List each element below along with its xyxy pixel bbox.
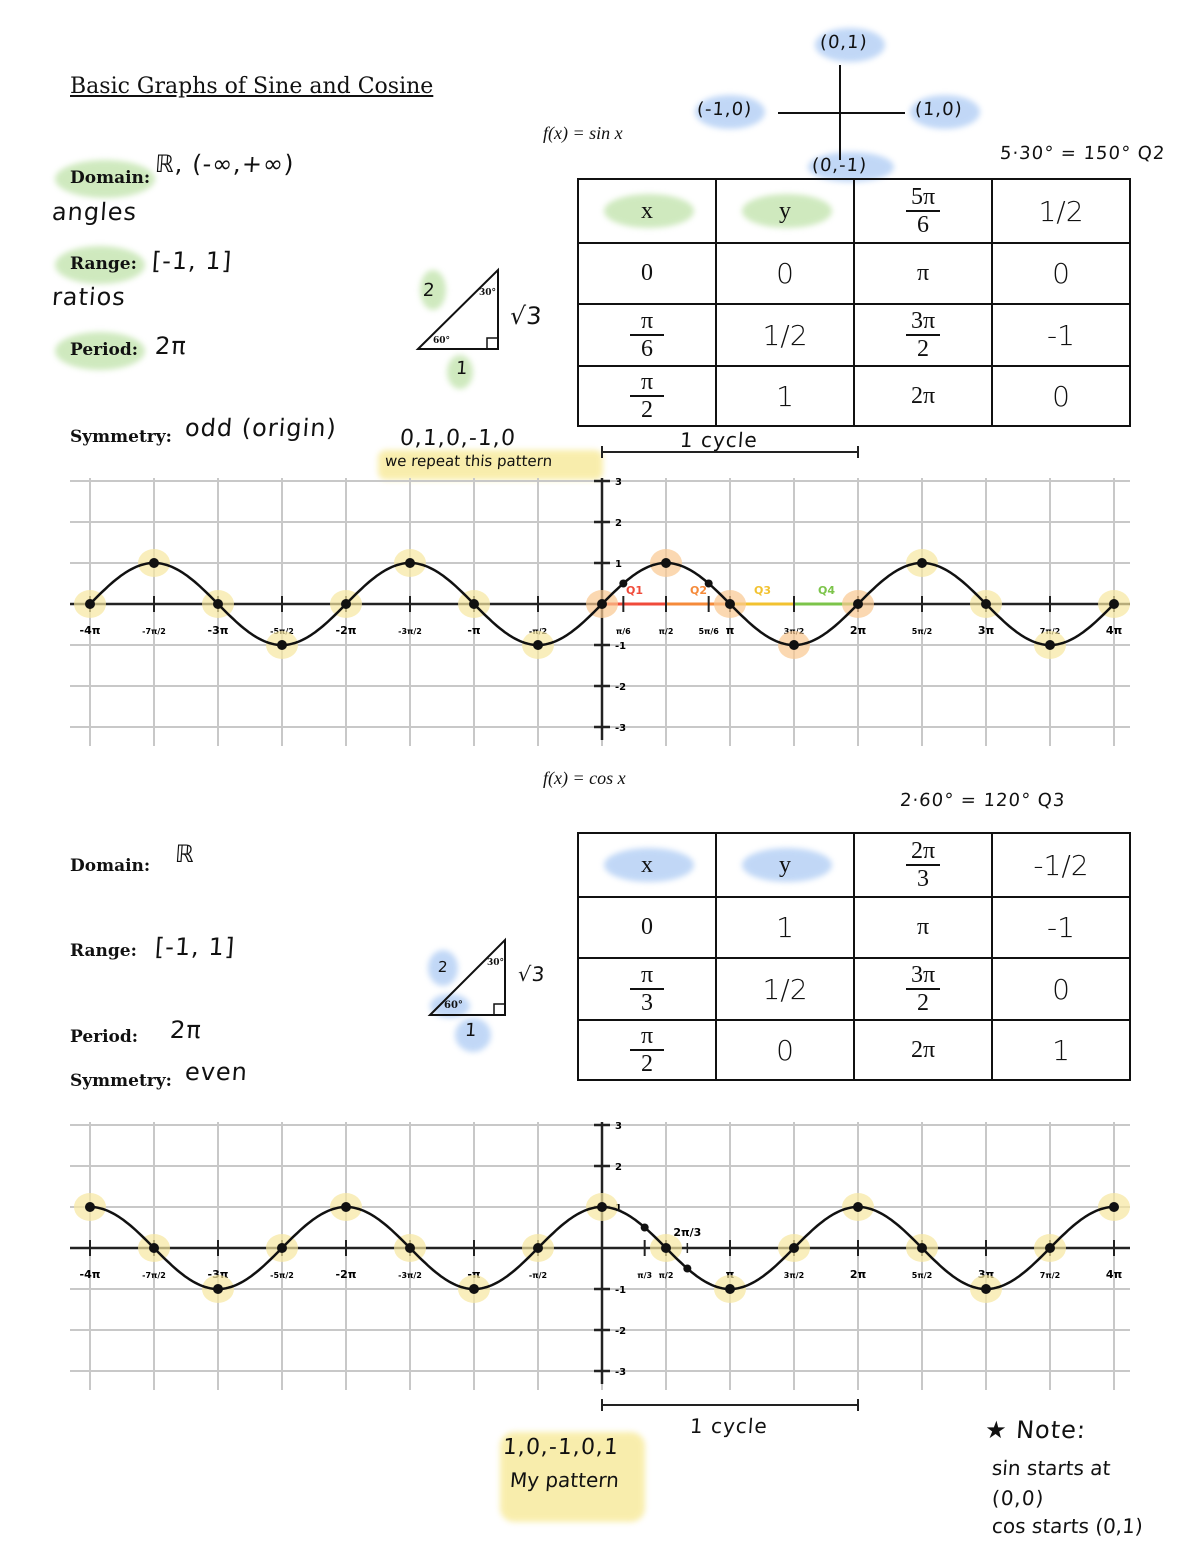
data-point [704, 579, 713, 588]
data-point [469, 1284, 479, 1294]
quadrant-label: Q2 [690, 584, 707, 597]
x-tick-label: 5π/6 [698, 627, 719, 636]
y-tick-label: -1 [615, 1285, 626, 1296]
data-point [853, 1202, 863, 1212]
graph-cos: 321-1-2-3-4π -7π/2 -3π -5π/2 -2π -3π/2 -π -π/2 π… [70, 1121, 1130, 1411]
x-tick-label: -4π [80, 624, 101, 637]
data-point [405, 558, 415, 568]
data-point [981, 599, 991, 609]
quadrant-label: Q3 [754, 584, 771, 597]
data-point [149, 558, 159, 568]
x-tick-label: π/3 [637, 1271, 652, 1280]
data-point [213, 1284, 223, 1294]
y-tick-label: 2 [615, 1162, 622, 1173]
data-point [1109, 599, 1119, 609]
data-point [661, 1243, 671, 1253]
data-point [277, 640, 287, 650]
quadrant-label: Q4 [818, 584, 835, 597]
data-point [533, 1243, 543, 1253]
x-tick-label: 5π/2 [912, 1271, 932, 1280]
data-point [597, 1202, 607, 1212]
x-tick-label: 7π/2 [1040, 1271, 1060, 1280]
data-point [640, 1223, 649, 1232]
x-tick-label: π/2 [659, 1271, 674, 1280]
data-point [85, 599, 95, 609]
data-point [277, 1243, 287, 1253]
data-point [341, 1202, 351, 1212]
x-tick-label: 4π [1106, 624, 1123, 637]
data-point [213, 599, 223, 609]
x-tick-label: -2π [336, 624, 357, 637]
data-point [789, 640, 799, 650]
y-tick-label: 3 [615, 477, 622, 488]
graphs-layer: Q1Q2Q3Q4321-1-2-3-4π-7π/2-3π-5π/2-2π-3π/… [70, 446, 1130, 1411]
x-tick-label: π/2 [659, 627, 674, 636]
data-point [789, 1243, 799, 1253]
x-tick-label: 4π [1106, 1268, 1123, 1281]
x-tick-label: π/6 [616, 627, 631, 636]
x-tick-label: -3π [208, 624, 229, 637]
annotation-label: 2π/3 [673, 1226, 701, 1239]
data-point [405, 1243, 415, 1253]
data-point [597, 599, 607, 609]
data-point [533, 640, 543, 650]
y-tick-label: -2 [615, 682, 626, 693]
x-tick-label: -π [467, 624, 481, 637]
data-point [1109, 1202, 1119, 1212]
data-point [917, 558, 927, 568]
x-tick-label: 3π/2 [784, 1271, 804, 1280]
x-tick-label: -3π/2 [398, 1271, 422, 1280]
y-tick-label: -3 [615, 1367, 626, 1378]
x-tick-label: 3π [978, 624, 995, 637]
y-tick-label: 3 [615, 1121, 622, 1132]
data-point [917, 1243, 927, 1253]
y-tick-label: -1 [615, 641, 626, 652]
data-point [725, 599, 735, 609]
x-tick-label: 5π/2 [912, 627, 932, 636]
data-point [341, 599, 351, 609]
y-tick-label: -3 [615, 723, 626, 734]
data-point [661, 558, 671, 568]
x-tick-label: 2π [850, 1268, 867, 1281]
y-tick-label: 1 [615, 559, 622, 570]
x-tick-label: 2π [850, 624, 867, 637]
data-point [725, 1284, 735, 1294]
data-point [149, 1243, 159, 1253]
x-tick-label: π [726, 624, 735, 637]
x-tick-label: -3π/2 [398, 627, 422, 636]
x-tick-label: -4π [80, 1268, 101, 1281]
data-point [85, 1202, 95, 1212]
data-point [1045, 640, 1055, 650]
data-point [683, 1264, 692, 1273]
x-tick-label: -π/2 [529, 1271, 547, 1280]
x-tick-label: -7π/2 [142, 627, 166, 636]
x-tick-label: -7π/2 [142, 1271, 166, 1280]
y-tick-label: -2 [615, 1326, 626, 1337]
x-tick-label: -2π [336, 1268, 357, 1281]
graph-sin: Q1Q2Q3Q4321-1-2-3-4π-7π/2-3π-5π/2-2π-3π/… [70, 446, 1130, 746]
data-point [1045, 1243, 1055, 1253]
y-tick-label: 2 [615, 518, 622, 529]
data-point [469, 599, 479, 609]
data-point [853, 599, 863, 609]
data-point [981, 1284, 991, 1294]
x-tick-label: -5π/2 [270, 1271, 294, 1280]
data-point [619, 579, 628, 588]
quadrant-label: Q1 [626, 584, 643, 597]
